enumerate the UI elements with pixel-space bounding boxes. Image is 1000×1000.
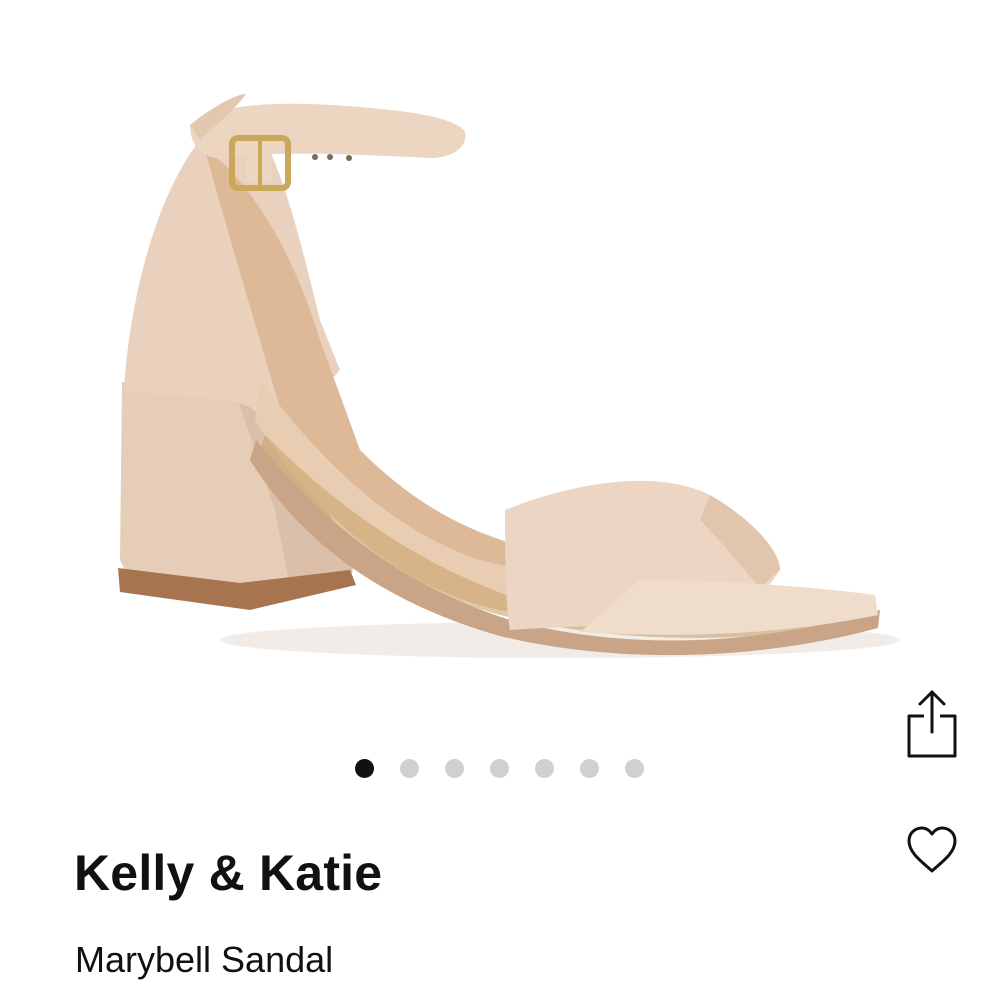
image-carousel-indicators [355, 758, 644, 778]
carousel-dot-2[interactable] [400, 758, 419, 778]
brand-name: Kelly & Katie [74, 845, 383, 901]
product-name: Marybell Sandal [75, 939, 334, 980]
sandal-illustration [118, 93, 900, 658]
carousel-dot-7[interactable] [625, 758, 644, 778]
product-image[interactable] [60, 40, 920, 700]
share-button[interactable] [900, 684, 964, 764]
carousel-dot-6[interactable] [580, 758, 599, 778]
carousel-dot-4[interactable] [490, 758, 509, 778]
carousel-dot-3[interactable] [445, 758, 464, 778]
carousel-dot-5[interactable] [535, 758, 554, 778]
heart-icon [907, 826, 957, 873]
share-icon [907, 690, 957, 758]
carousel-dot-1[interactable] [355, 758, 374, 778]
wishlist-button[interactable] [900, 818, 964, 882]
